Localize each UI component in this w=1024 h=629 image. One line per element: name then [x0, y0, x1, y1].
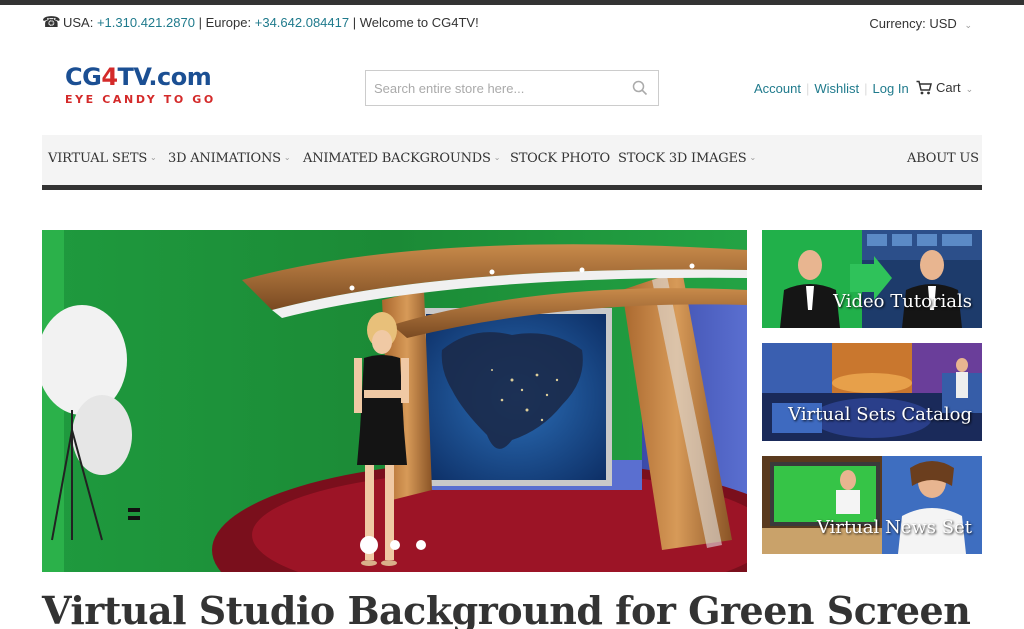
promo-image [762, 343, 982, 441]
usa-phone-link[interactable]: +1.310.421.2870 [97, 15, 195, 30]
search-box [365, 70, 659, 106]
site-logo[interactable]: CG4TV.com EYE CANDY TO GO [65, 63, 225, 111]
usa-label: USA: [63, 15, 94, 30]
account-link[interactable]: Account [754, 81, 801, 96]
page-title: Virtual Studio Background for Green Scre… [42, 588, 971, 629]
chevron-down-icon: ⌄ [493, 153, 501, 162]
europe-phone-link[interactable]: +34.642.084417 [255, 15, 349, 30]
cart-icon [916, 80, 932, 95]
nav-item-animated-backgrounds[interactable]: ANIMATED BACKGROUNDS ⌄ [303, 151, 500, 166]
top-info-bar: ☎ USA: +1.310.421.2870 | Europe: +34.642… [42, 14, 982, 32]
chevron-down-icon: ⌄ [283, 153, 291, 162]
contact-info: USA: +1.310.421.2870 | Europe: +34.642.0… [63, 15, 479, 30]
promo-video-tutorials[interactable]: Video Tutorials [762, 230, 982, 328]
currency-label: Currency: [869, 16, 926, 31]
europe-label: Europe: [205, 15, 252, 30]
promo-virtual-news-set[interactable]: Virtual News Set [762, 456, 982, 554]
chevron-down-icon: ⌄ [749, 153, 756, 162]
promo-image [762, 456, 982, 554]
welcome-message: Welcome to CG4TV! [359, 15, 479, 30]
search-input[interactable] [366, 71, 616, 105]
logo-tagline: EYE CANDY TO GO [65, 93, 216, 106]
separator: | [198, 15, 202, 30]
slider-dot[interactable] [416, 540, 426, 550]
currency-switcher[interactable]: Currency: USD ⌄ [869, 16, 972, 31]
wishlist-link[interactable]: Wishlist [814, 81, 859, 96]
nav-item-about-us[interactable]: ABOUT US [907, 151, 979, 166]
hero-slider[interactable] [42, 230, 747, 572]
chevron-down-icon: ⌄ [964, 20, 972, 30]
separator: | [352, 15, 357, 30]
promo-image [762, 230, 982, 328]
promo-caption: Virtual News Set [816, 517, 972, 538]
account-links: Account | Wishlist | Log In [754, 81, 909, 96]
cart-label: Cart [936, 80, 961, 95]
cart-button[interactable]: Cart ⌄ [916, 80, 973, 95]
chevron-down-icon: ⌄ [150, 153, 157, 162]
search-icon[interactable] [632, 80, 648, 96]
promo-virtual-sets-catalog[interactable]: Virtual Sets Catalog [762, 343, 982, 441]
promo-caption: Video Tutorials [833, 291, 972, 312]
main-navigation: VIRTUAL SETS ⌄ 3D ANIMATIONS ⌄ ANIMATED BA… [42, 135, 982, 190]
nav-item-virtual-sets[interactable]: VIRTUAL SETS ⌄ [48, 151, 157, 166]
promo-caption: Virtual Sets Catalog [788, 404, 972, 425]
slider-dot-active[interactable] [360, 536, 378, 554]
login-link[interactable]: Log In [873, 81, 909, 96]
slider-dot[interactable] [390, 540, 400, 550]
slide-image [42, 230, 747, 572]
logo-wordmark: CG4TV.com [65, 63, 212, 91]
nav-item-stock-photo[interactable]: STOCK PHOTO [510, 151, 610, 166]
chevron-down-icon: ⌄ [965, 84, 974, 94]
nav-item-stock-3d-images[interactable]: STOCK 3D IMAGES ⌄ [618, 151, 756, 166]
nav-item-3d-animations[interactable]: 3D ANIMATIONS ⌄ [168, 151, 291, 166]
top-border [0, 0, 1024, 5]
currency-value: USD [929, 16, 957, 31]
telephone-icon: ☎ [42, 14, 61, 31]
